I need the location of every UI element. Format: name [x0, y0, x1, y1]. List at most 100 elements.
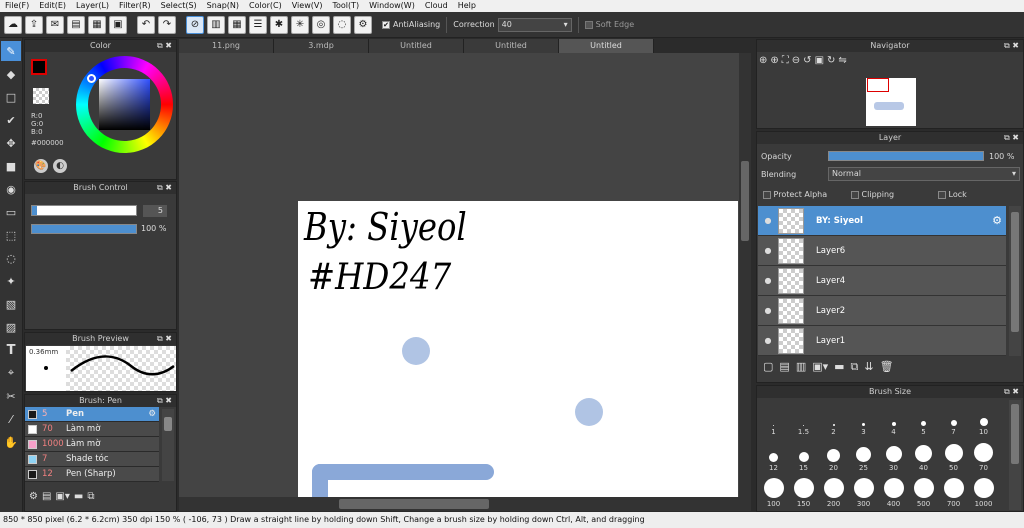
brush-list-item[interactable]: 1000 Làm mờ [25, 437, 159, 452]
text-tool-icon[interactable]: T [1, 340, 21, 360]
fit-icon[interactable]: ⛶ [782, 55, 789, 66]
hue-cursor[interactable] [87, 74, 96, 83]
panel-controls-icon[interactable]: ⧉ ✖ [1004, 40, 1019, 52]
flip-icon[interactable]: ⇋ [838, 55, 846, 66]
brush-size-option[interactable]: 400 [879, 474, 908, 508]
select-pen-icon[interactable]: ▧ [1, 294, 21, 314]
add-layer-dropdown-icon[interactable]: ▣▾ [812, 360, 828, 374]
visibility-icon[interactable]: ● [758, 216, 778, 225]
menu-item[interactable]: Cloud [420, 0, 453, 12]
document-tab[interactable]: Untitled [464, 39, 559, 53]
document-icon[interactable]: ▤ [67, 15, 85, 34]
menu-item[interactable]: Snap(N) [202, 0, 244, 12]
cross-snap-icon[interactable]: ✳ [291, 15, 309, 34]
brush-size-option[interactable]: 12 [759, 438, 788, 472]
clipping-checkbox[interactable]: Clipping [851, 190, 894, 199]
menu-item[interactable]: Edit(E) [34, 0, 71, 12]
menu-item[interactable]: File(F) [0, 0, 34, 12]
new-layer-icon[interactable]: ▢ [763, 360, 773, 374]
hand-tool-icon[interactable]: ✋ [1, 432, 21, 452]
menu-item[interactable]: Layer(L) [71, 0, 114, 12]
brush-size-option[interactable]: 70 [969, 438, 998, 472]
brush-size-option[interactable]: 40 [909, 438, 938, 472]
layer-opacity-slider[interactable] [828, 151, 984, 161]
brush-list-item[interactable]: 70 Làm mờ [25, 422, 159, 437]
palette-icon[interactable]: 🎨 [34, 159, 48, 173]
document-tab[interactable]: 11.png [179, 39, 274, 53]
panel-controls-icon[interactable]: ⧉ ✖ [157, 395, 172, 407]
panel-controls-icon[interactable]: ⧉ ✖ [157, 182, 172, 194]
brush-size-scrollbar[interactable] [1009, 400, 1021, 510]
lock-checkbox[interactable]: Lock [938, 190, 967, 199]
menu-item[interactable]: Color(C) [244, 0, 287, 12]
blending-select[interactable]: Normal ▾ [828, 167, 1020, 181]
gear-icon[interactable]: ⚙ [148, 409, 156, 419]
undo-icon[interactable]: ↶ [137, 15, 155, 34]
brush-size-option[interactable]: 20 [819, 438, 848, 472]
gradient-tool-icon[interactable]: ▭ [1, 202, 21, 222]
document-tab[interactable]: Untitled [369, 39, 464, 53]
transparent-swatch[interactable] [33, 88, 49, 104]
bucket-tool-icon[interactable]: ◉ [1, 179, 21, 199]
brush-size-option[interactable]: 4 [879, 402, 908, 436]
menu-item[interactable]: View(V) [287, 0, 328, 12]
menu-item[interactable]: Select(S) [156, 0, 202, 12]
canvas-horizontal-scrollbar[interactable] [179, 497, 751, 511]
brush-size-option[interactable]: 2 [819, 402, 848, 436]
brush-copy-icon[interactable]: ⧉ [87, 491, 94, 502]
cloud-icon[interactable]: ☁ [4, 15, 22, 34]
circle-snap-icon[interactable]: ◎ [312, 15, 330, 34]
brush-list-item[interactable]: 5 Pen ⚙ [25, 407, 159, 422]
drawing-canvas[interactable]: By: Siyeol #HD247 [298, 201, 738, 497]
zoom-in-icon[interactable]: ⊕ [759, 55, 767, 66]
brush-size-option[interactable]: 1000 [969, 474, 998, 508]
brush-size-option[interactable]: 50 [939, 438, 968, 472]
reset-view-icon[interactable]: ▣ [815, 55, 824, 66]
shape-tool-icon[interactable]: □ [1, 87, 21, 107]
visibility-icon[interactable]: ● [758, 246, 778, 255]
visibility-icon[interactable]: ● [758, 336, 778, 345]
protect-alpha-checkbox[interactable]: Protect Alpha [763, 190, 827, 199]
soft-edge-checkbox[interactable] [584, 20, 593, 29]
brush-tool-icon[interactable]: ✎ [1, 41, 21, 61]
curve-snap-icon[interactable]: ◌ [333, 15, 351, 34]
gear-icon[interactable]: ⚙ [992, 214, 1002, 227]
document-tab[interactable]: 3.mdp [274, 39, 369, 53]
page-icon[interactable]: ▦ [88, 15, 106, 34]
layer-row[interactable]: ● Layer4 [758, 266, 1006, 296]
layer-row[interactable]: ● Layer6 [758, 236, 1006, 266]
brush-size-option[interactable]: 100 [759, 474, 788, 508]
parallel-snap-icon[interactable]: ▥ [207, 15, 225, 34]
brush-size-option[interactable]: 25 [849, 438, 878, 472]
brush-size-option[interactable]: 5 [909, 402, 938, 436]
redo-icon[interactable]: ↷ [158, 15, 176, 34]
new-8bit-layer-icon[interactable]: ▥ [796, 360, 806, 374]
palette-add-icon[interactable]: ◐ [53, 159, 67, 173]
fill-rect-tool-icon[interactable]: ■ [1, 156, 21, 176]
menu-item[interactable]: Filter(R) [114, 0, 156, 12]
panel-controls-icon[interactable]: ⧉ ✖ [1004, 132, 1019, 144]
brush-list-item[interactable]: 7 Shade tóc [25, 452, 159, 467]
canvas-vertical-scrollbar[interactable] [739, 53, 751, 497]
check-tool-icon[interactable]: ✔ [1, 110, 21, 130]
brush-size-option[interactable]: 10 [969, 402, 998, 436]
delete-layer-icon[interactable]: 🗑 [880, 360, 894, 374]
rotate-right-icon[interactable]: ↻ [827, 55, 835, 66]
layer-row[interactable]: ● Layer1 [758, 326, 1006, 356]
select-eraser-icon[interactable]: ▨ [1, 317, 21, 337]
merge-layer-icon[interactable]: ⇊ [864, 360, 873, 374]
navigator-thumbnail[interactable] [866, 78, 916, 126]
brush-size-option[interactable]: 150 [789, 474, 818, 508]
saturation-square[interactable] [99, 79, 150, 130]
no-snap-icon[interactable]: ⊘ [186, 15, 204, 34]
brush-add-dropdown-icon[interactable]: ▣▾ [55, 491, 69, 502]
visibility-icon[interactable]: ● [758, 276, 778, 285]
layer-folder-icon[interactable]: ▬ [834, 360, 844, 374]
magic-wand-icon[interactable]: ✦ [1, 271, 21, 291]
layer-scrollbar[interactable] [1009, 206, 1021, 356]
settings-icon[interactable]: ⚙ [354, 15, 372, 34]
brush-settings-icon[interactable]: ⚙ [29, 491, 38, 502]
menu-item[interactable]: Help [453, 0, 481, 12]
correction-select[interactable]: 40 ▾ [497, 17, 572, 32]
lasso-tool-icon[interactable]: ◌ [1, 248, 21, 268]
